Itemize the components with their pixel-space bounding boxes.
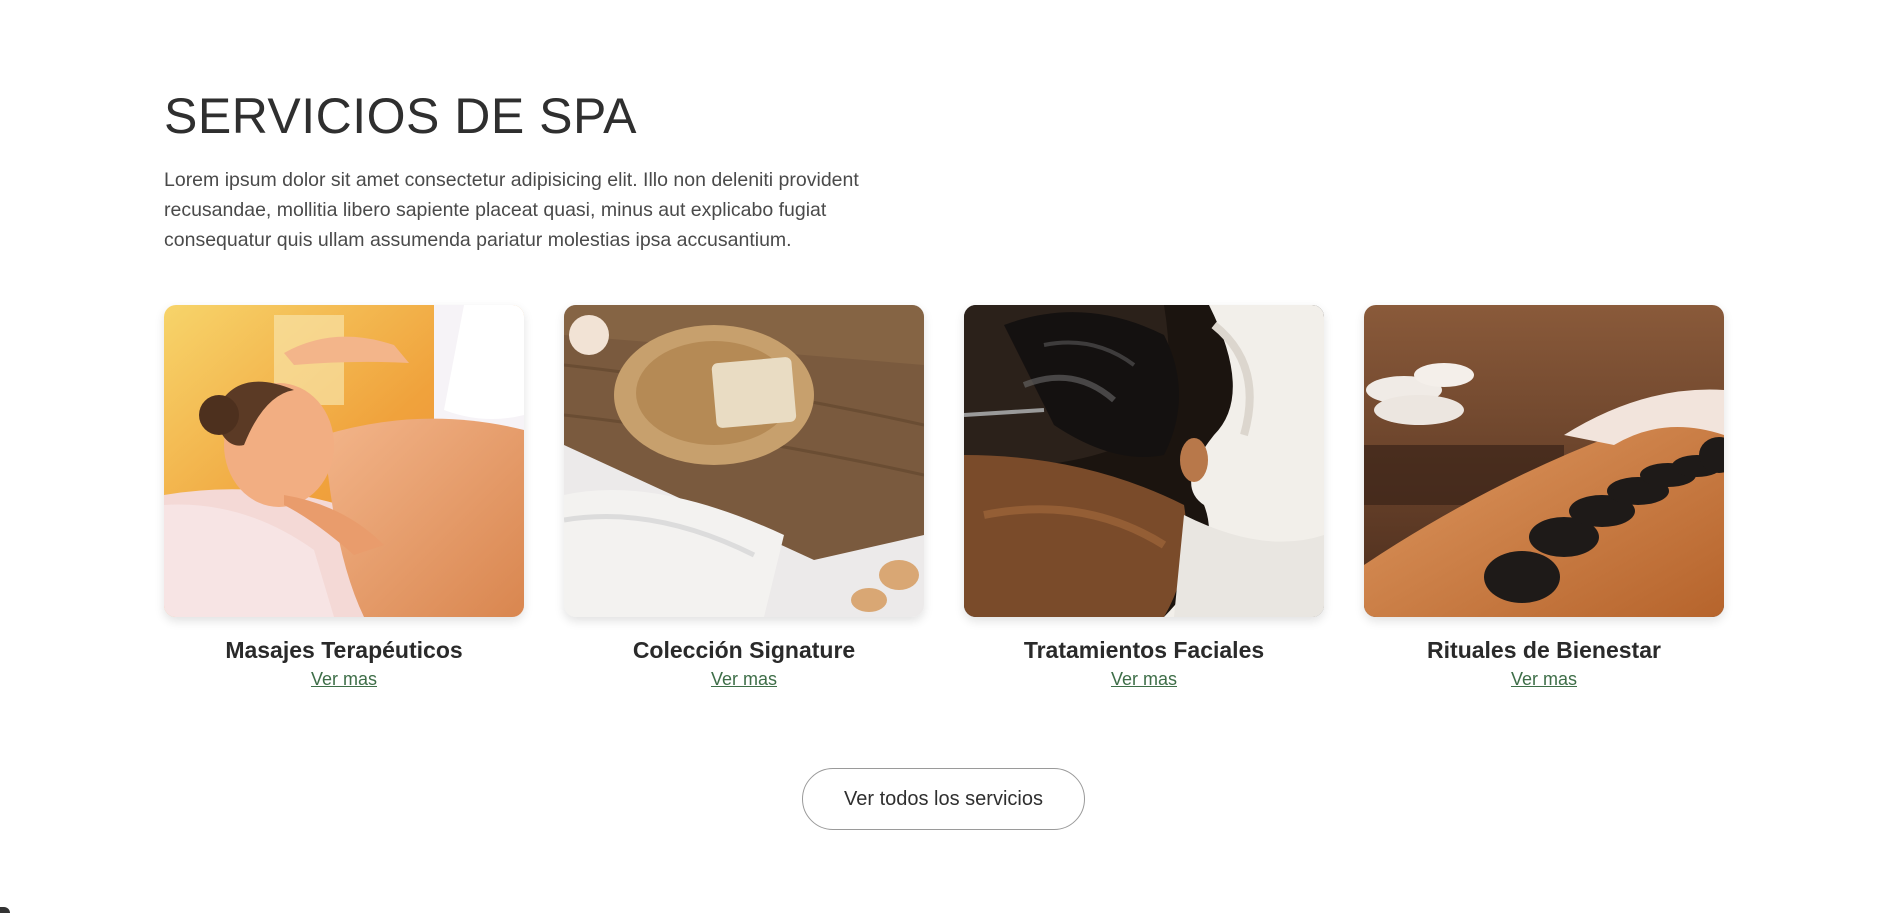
facial-image[interactable] xyxy=(964,305,1324,617)
card-title: Masajes Terapéuticos xyxy=(225,637,463,663)
card-see-more-link[interactable]: Ver mas xyxy=(1511,669,1577,690)
service-card-wellness: Rituales de Bienestar Ver mas xyxy=(1364,305,1724,690)
card-title: Rituales de Bienestar xyxy=(1427,637,1661,663)
section-title: SERVICIOS DE SPA xyxy=(164,88,637,144)
section-intro: Lorem ipsum dolor sit amet consectetur a… xyxy=(164,169,859,251)
card-see-more-link[interactable]: Ver mas xyxy=(311,669,377,690)
soap-photo xyxy=(564,305,924,617)
facial-mask-photo xyxy=(964,305,1324,617)
hot-stones-photo xyxy=(1364,305,1724,617)
service-card-facial: Tratamientos Faciales Ver mas xyxy=(964,305,1324,690)
view-all-services-button[interactable]: Ver todos los servicios xyxy=(802,768,1085,830)
service-card-massage: Masajes Terapéuticos Ver mas xyxy=(164,305,524,690)
spa-services-section: SERVICIOS DE SPA Lorem ipsum dolor sit a… xyxy=(0,0,1883,913)
card-see-more-link[interactable]: Ver mas xyxy=(1111,669,1177,690)
service-cards: Masajes Terapéuticos Ver mas Colección S… xyxy=(164,305,1724,690)
service-card-signature: Colección Signature Ver mas xyxy=(564,305,924,690)
massage-photo xyxy=(164,305,524,617)
card-title: Colección Signature xyxy=(632,637,856,663)
card-title: Tratamientos Faciales xyxy=(1023,637,1265,663)
card-see-more-link[interactable]: Ver mas xyxy=(711,669,777,690)
wellness-image[interactable] xyxy=(1364,305,1724,617)
massage-image[interactable] xyxy=(164,305,524,617)
corner-decoration xyxy=(0,907,10,913)
signature-image[interactable] xyxy=(564,305,924,617)
